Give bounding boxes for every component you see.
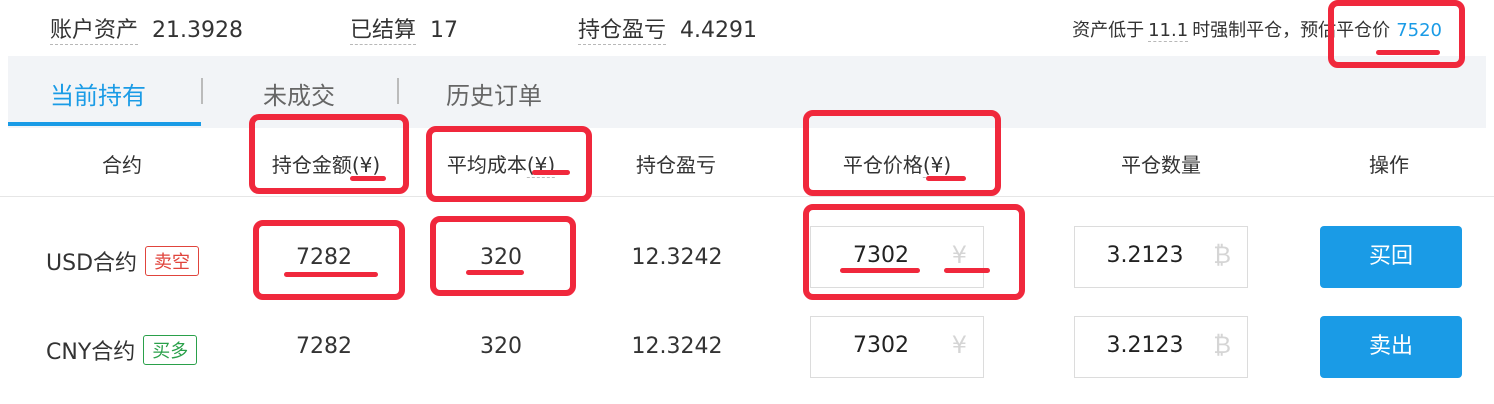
- contract-name: USD合约: [46, 251, 138, 276]
- tab-divider: [397, 78, 399, 104]
- close-qty-input[interactable]: 3.2123 ₿: [1074, 226, 1248, 288]
- order-tabs: 当前持有 未成交 历史订单: [8, 56, 1486, 128]
- annotation-underline: [532, 170, 570, 175]
- annotation-underline: [350, 176, 386, 181]
- side-badge-short: 卖空: [145, 246, 200, 276]
- close-qty-value: 3.2123: [1106, 243, 1184, 268]
- close-qty-value: 3.2123: [1106, 333, 1184, 358]
- account-asset: 账户资产 21.3928: [50, 12, 243, 45]
- position-amount-cell: 7282: [296, 334, 352, 359]
- annotation-box-cost-value: [430, 216, 576, 296]
- tab-unfilled[interactable]: 未成交: [263, 76, 335, 111]
- pnl-cell: 12.3242: [631, 245, 723, 270]
- close-price-value: 7302: [853, 333, 909, 358]
- settled-label: 已结算: [350, 18, 417, 45]
- position-pnl-label: 持仓盈亏: [578, 18, 667, 45]
- annotation-underline: [284, 272, 378, 277]
- buy-back-button[interactable]: 买回: [1320, 226, 1462, 288]
- contract-name: CNY合约: [46, 340, 136, 365]
- header-close-qty: 平仓数量: [1121, 153, 1201, 177]
- avg-cost-cell: 320: [480, 334, 522, 359]
- annotation-box-force-price: [1328, 0, 1465, 68]
- header-pnl: 持仓盈亏: [636, 153, 716, 177]
- contract-cell: CNY合约 买多: [46, 334, 198, 366]
- annotation-box-amount-header: [249, 114, 409, 194]
- force-close-prefix: 资产低于: [1072, 20, 1145, 41]
- bitcoin-icon: ₿: [1213, 331, 1231, 359]
- table-header: 合约 持仓金额(¥) 平均成本(¥) 持仓盈亏 平仓价格(¥) 平仓数量 操作: [0, 128, 1494, 197]
- header-action: 操作: [1369, 153, 1409, 177]
- yen-icon: ¥: [951, 331, 967, 359]
- close-price-input[interactable]: 7302 ¥: [810, 316, 984, 378]
- table-row: CNY合约 买多 7282 320 12.3242 7302 ¥ 3.2123 ₿…: [0, 303, 1494, 395]
- account-asset-value: 21.3928: [152, 18, 243, 43]
- account-asset-label: 账户资产: [50, 18, 139, 45]
- tab-order-history[interactable]: 历史订单: [446, 76, 542, 111]
- header-contract: 合约: [102, 153, 142, 177]
- settled: 已结算 17: [350, 12, 459, 45]
- annotation-underline: [466, 270, 524, 275]
- annotation-underline: [1376, 50, 1440, 55]
- bitcoin-icon: ₿: [1213, 241, 1231, 269]
- annotation-underline: [944, 268, 990, 273]
- settled-value: 17: [430, 18, 459, 43]
- table-row: USD合约 卖空 7282 320 12.3242 7302 ¥ 3.2123 ₿…: [0, 212, 1494, 304]
- annotation-box-close-price-value: [803, 204, 1025, 300]
- contract-cell: USD合约 卖空: [46, 245, 200, 277]
- sell-button[interactable]: 卖出: [1320, 316, 1462, 378]
- annotation-box-amount-value: [253, 220, 405, 300]
- force-close-threshold: 11.1: [1148, 20, 1189, 42]
- annotation-box-cost-header: [426, 126, 592, 202]
- position-pnl-value: 4.4291: [680, 18, 757, 43]
- tab-divider: [201, 78, 203, 104]
- account-summary-bar: 账户资产 21.3928 已结算 17 持仓盈亏 4.4291 资产低于 11.1 时强制…: [0, 0, 1494, 56]
- annotation-underline: [840, 268, 920, 273]
- close-qty-input[interactable]: 3.2123 ₿: [1074, 316, 1248, 378]
- tab-current-holdings[interactable]: 当前持有: [50, 76, 146, 111]
- annotation-box-close-price-header: [803, 110, 1001, 196]
- pnl-cell: 12.3242: [631, 334, 723, 359]
- side-badge-long: 买多: [143, 335, 198, 365]
- annotation-underline: [926, 176, 966, 181]
- position-pnl: 持仓盈亏 4.4291: [578, 12, 757, 45]
- active-tab-indicator: [8, 122, 201, 126]
